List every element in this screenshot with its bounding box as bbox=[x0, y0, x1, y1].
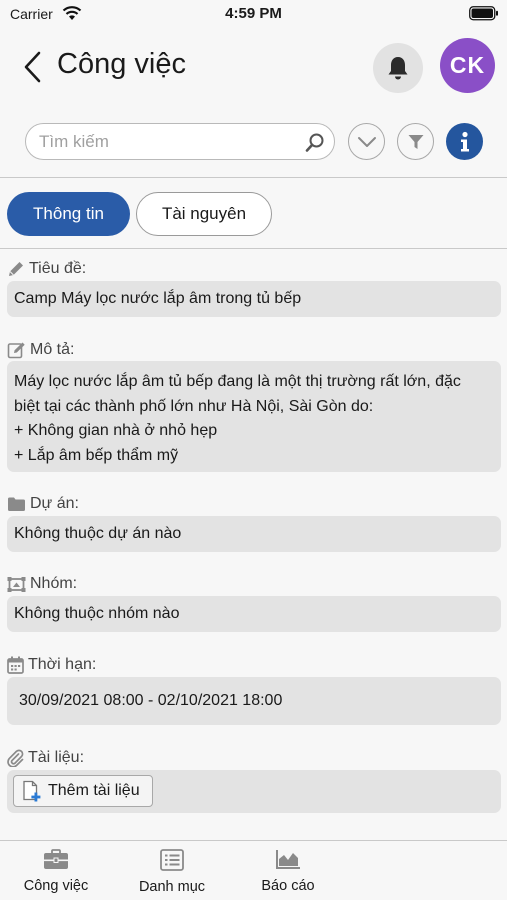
info-button[interactable] bbox=[446, 123, 483, 160]
description-value: Máy lọc nước lắp âm tủ bếp đang là một t… bbox=[7, 361, 501, 472]
back-icon[interactable] bbox=[22, 50, 44, 84]
description-line: biệt tại các thành phố lớn như Hà Nội, S… bbox=[14, 397, 374, 415]
group-icon bbox=[7, 576, 26, 592]
tabbar-item-reports[interactable]: Báo cáo bbox=[233, 849, 343, 894]
group-value: Không thuộc nhóm nào bbox=[7, 596, 501, 632]
page-title: Công việc bbox=[57, 48, 186, 80]
description-label-text: Mô tả: bbox=[30, 341, 75, 358]
info-icon bbox=[460, 131, 469, 151]
status-time: 4:59 PM bbox=[225, 5, 282, 22]
tab-resources[interactable]: Tài nguyên bbox=[136, 192, 272, 236]
pencil-icon bbox=[9, 262, 23, 276]
search-icon[interactable] bbox=[304, 132, 326, 154]
briefcase-icon bbox=[44, 849, 68, 869]
folder-icon bbox=[8, 497, 25, 511]
title-label: Tiêu đề: bbox=[7, 259, 86, 279]
search-box[interactable] bbox=[25, 123, 335, 160]
tab-info[interactable]: Thông tin bbox=[7, 192, 130, 236]
add-document-button[interactable]: Thêm tài liệu bbox=[13, 775, 153, 807]
tabbar-label: Báo cáo bbox=[261, 878, 315, 894]
calendar-icon bbox=[7, 656, 24, 674]
description-label: Mô tả: bbox=[7, 340, 74, 360]
add-file-icon bbox=[23, 780, 41, 802]
deadline-label: Thời hạn: bbox=[7, 655, 96, 675]
project-value: Không thuộc dự án nào bbox=[7, 516, 501, 552]
avatar[interactable]: CK bbox=[440, 38, 495, 93]
title-label-text: Tiêu đề: bbox=[29, 260, 87, 277]
notifications-button[interactable] bbox=[373, 43, 423, 93]
description-line: + Không gian nhà ở nhỏ hẹp bbox=[14, 422, 218, 439]
description-line: Máy lọc nước lắp âm tủ bếp đang là một t… bbox=[14, 373, 461, 390]
battery-icon bbox=[469, 6, 498, 21]
deadline-value: 30/09/2021 08:00 - 02/10/2021 18:00 bbox=[7, 677, 501, 725]
group-label: Nhóm: bbox=[7, 574, 77, 594]
tabbar-item-tasks[interactable]: Công việc bbox=[1, 849, 111, 894]
tabbar-item-catalog[interactable]: Danh mục bbox=[117, 849, 227, 895]
chart-icon bbox=[276, 850, 300, 869]
detail-tabs: Thông tin Tài nguyên bbox=[0, 179, 507, 249]
expand-button[interactable] bbox=[348, 123, 385, 160]
bell-icon bbox=[388, 57, 408, 80]
description-line: + Lắp âm bếp thẩm mỹ bbox=[14, 446, 179, 464]
documents-label-text: Tài liệu: bbox=[28, 749, 85, 766]
project-label-text: Dự án: bbox=[30, 495, 79, 512]
documents-box: Thêm tài liệu bbox=[7, 770, 501, 813]
header: Công việc CK bbox=[0, 28, 507, 178]
filter-icon bbox=[408, 134, 423, 149]
group-label-text: Nhóm: bbox=[30, 575, 78, 592]
deadline-label-text: Thời hạn: bbox=[28, 656, 97, 673]
project-label: Dự án: bbox=[7, 494, 79, 514]
status-bar: Carrier 4:59 PM bbox=[0, 0, 507, 28]
documents-label: Tài liệu: bbox=[7, 748, 84, 768]
add-document-label: Thêm tài liệu bbox=[48, 782, 140, 799]
tabbar-label: Công việc bbox=[23, 878, 89, 894]
list-icon bbox=[160, 849, 184, 871]
chevron-down-icon bbox=[357, 136, 376, 147]
title-value: Camp Máy lọc nước lắp âm trong tủ bếp bbox=[7, 281, 501, 317]
edit-icon bbox=[7, 342, 25, 359]
tabbar-label: Danh mục bbox=[138, 879, 206, 895]
paperclip-icon bbox=[7, 749, 24, 767]
bottom-tab-bar: Công việc Danh mục Báo cáo bbox=[0, 840, 507, 900]
search-input[interactable] bbox=[39, 129, 299, 155]
filter-button[interactable] bbox=[397, 123, 434, 160]
